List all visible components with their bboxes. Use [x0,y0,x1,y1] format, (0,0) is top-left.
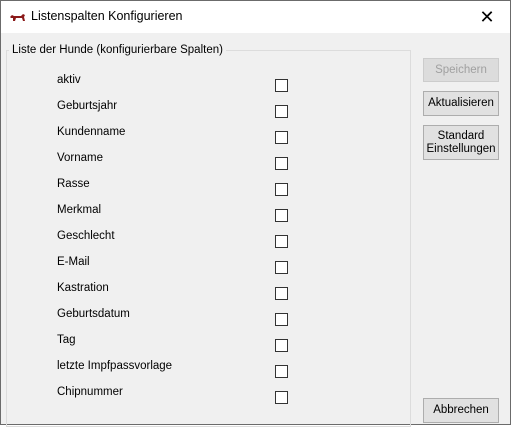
checkbox-geburtsjahr[interactable] [275,105,288,118]
column-label-geburtsjahr: Geburtsjahr [57,100,118,112]
checkbox-tag[interactable] [275,339,288,352]
checkbox-email[interactable] [275,261,288,274]
column-label-chipnummer: Chipnummer [57,386,123,398]
checkbox-aktiv[interactable] [275,79,288,92]
column-label-kundenname: Kundenname [57,126,126,138]
column-label-geburtsdatum: Geburtsdatum [57,308,130,320]
groupbox-legend: Liste der Hunde (konfigurierbare Spalten… [9,44,226,56]
column-label-email: E-Mail [57,256,90,268]
checkbox-merkmal[interactable] [275,209,288,222]
close-button[interactable]: ✕ [464,1,510,33]
title-bar: Listenspalten Konfigurieren ✕ [1,1,510,33]
column-label-geschlecht: Geschlecht [57,230,115,242]
save-button[interactable]: Speichern [423,58,499,82]
column-label-rasse: Rasse [57,178,90,190]
defaults-button-line2: Einstellungen [426,142,496,155]
close-icon: ✕ [479,6,495,27]
column-label-merkmal: Merkmal [57,204,102,216]
column-label-vorname: Vorname [57,152,104,164]
checkbox-geburtsdatum[interactable] [275,313,288,326]
checkbox-vorname[interactable] [275,157,288,170]
column-label-kastration: Kastration [57,282,109,294]
checkbox-impfpassvorlage[interactable] [275,365,288,378]
column-label-tag: Tag [57,334,76,346]
refresh-button[interactable]: Aktualisieren [423,91,499,116]
column-label-impfpassvorlage: letzte Impfpassvorlage [57,360,173,372]
dog-icon [10,14,25,21]
checkbox-chipnummer[interactable] [275,391,288,404]
checkbox-geschlecht[interactable] [275,235,288,248]
window-title: Listenspalten Konfigurieren [31,9,183,23]
defaults-button[interactable]: Standard Einstellungen [423,125,499,160]
checkbox-rasse[interactable] [275,183,288,196]
checkbox-kundenname[interactable] [275,131,288,144]
defaults-button-line1: Standard [437,129,485,142]
column-label-aktiv: aktiv [57,74,81,86]
cancel-button[interactable]: Abbrechen [423,398,499,423]
checkbox-kastration[interactable] [275,287,288,300]
dialog-window: Listenspalten Konfigurieren ✕ Liste der … [0,0,511,427]
